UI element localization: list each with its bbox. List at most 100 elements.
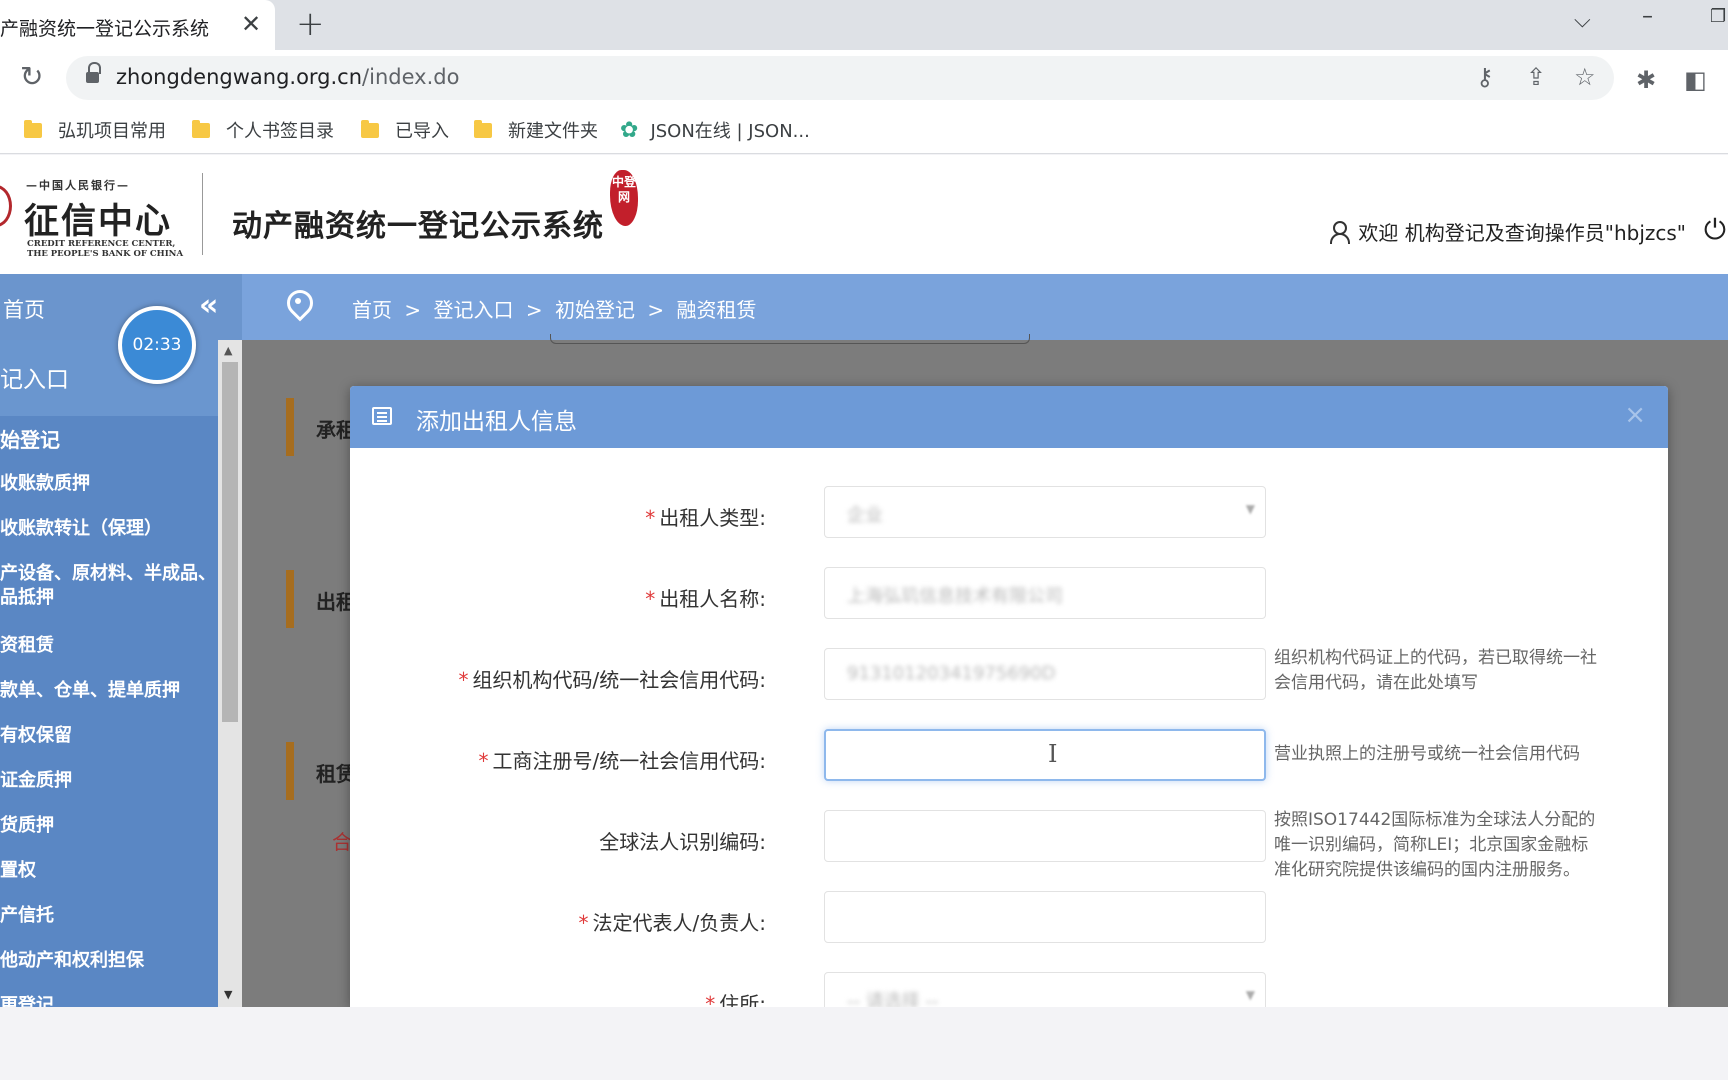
url-text[interactable]: zhongdengwang.org.cn/index.do	[116, 65, 459, 89]
session-timer-badge: 02:33	[118, 306, 196, 384]
side-menu-item[interactable]: 收账款转让（保理）	[0, 517, 218, 541]
chevron-down-icon: ▼	[1245, 502, 1255, 516]
address-select[interactable]: -- 请选择 -- ▼	[824, 972, 1266, 1007]
dialog-close-icon[interactable]: ×	[1624, 400, 1646, 430]
bookmark-folder[interactable]: 新建文件夹	[474, 116, 598, 144]
text-cursor-icon: I	[1048, 740, 1058, 768]
collapse-menu-icon[interactable]: «	[199, 288, 218, 323]
field-label: * 出租人名称:	[645, 583, 766, 612]
breadcrumb-entry[interactable]: 登记入口	[433, 298, 513, 322]
bookmark-json[interactable]: ✿ JSON在线 | JSON...	[620, 116, 810, 144]
lei-input[interactable]	[824, 810, 1266, 862]
breadcrumb-current: 融资租赁	[676, 298, 757, 322]
user-icon	[1330, 220, 1351, 244]
bookmark-star-icon[interactable]: ☆	[1574, 63, 1596, 91]
bookmark-label: 个人书签目录	[226, 121, 334, 142]
restore-icon[interactable]: ❐	[1710, 6, 1726, 27]
tab-close-icon[interactable]: ✕	[241, 10, 261, 38]
breadcrumb-separator: >	[404, 298, 422, 322]
dialog-title: 添加出租人信息	[416, 409, 577, 435]
business-reg-input[interactable]: I	[824, 729, 1266, 781]
key-icon[interactable]: ⚷	[1476, 63, 1494, 91]
minimize-icon[interactable]: –	[1642, 4, 1653, 29]
side-menu-item[interactable]: 置权	[0, 859, 218, 883]
field-label-text: 出租人名称:	[659, 587, 766, 611]
side-menu-scrollbar[interactable]: ▲ ▼	[218, 340, 242, 1007]
required-mark: *	[645, 506, 656, 530]
new-tab-button[interactable]: +	[296, 6, 325, 42]
scroll-thumb[interactable]	[222, 362, 238, 722]
address-bar[interactable]: zhongdengwang.org.cn/index.do ⚷ ⇪ ☆	[66, 56, 1614, 100]
add-lessor-dialog: 添加出租人信息 × * 出租人类型: 企业 ▼ * 出租人名称: 上海弘玑信息技术有…	[350, 386, 1668, 1007]
side-menu-item[interactable]: 他动产和权利担保	[0, 949, 218, 973]
background-tab-underline	[550, 334, 1030, 344]
folder-icon	[474, 119, 492, 138]
logo-top-text: —中国人民银行—	[26, 179, 130, 192]
folder-icon	[192, 119, 210, 138]
field-hint: 按照ISO17442国际标准为全球法人分配的唯一识别编码，简称LEI；北京国家金…	[1274, 810, 1596, 880]
bookmark-label: 弘玑项目常用	[58, 121, 166, 142]
scroll-up-arrow-icon[interactable]: ▲	[224, 344, 232, 357]
side-menu-item[interactable]: 有权保留	[0, 724, 218, 748]
logout-power-icon[interactable]: ⏻	[1704, 213, 1726, 247]
side-menu-item[interactable]: 产设备、原材料、半成品、品抵押	[0, 562, 218, 610]
side-menu-item[interactable]: 款单、仓单、提单质押	[0, 679, 218, 703]
required-mark: *	[645, 587, 656, 611]
lessor-name-input[interactable]: 上海弘玑信息技术有限公司	[824, 567, 1266, 619]
field-value: 企业	[847, 505, 883, 526]
bookmark-folder[interactable]: 已导入	[361, 116, 449, 144]
section-marker	[286, 742, 294, 800]
breadcrumb-home[interactable]: 首页	[352, 298, 392, 322]
field-label-text: 出租人类型:	[659, 506, 766, 530]
folder-icon	[24, 119, 42, 138]
breadcrumb: 首页 > 登记入口 > 初始登记 > 融资租赁	[352, 294, 762, 323]
url-path: /index.do	[362, 65, 460, 89]
bookmark-folder[interactable]: 个人书签目录	[192, 116, 334, 144]
pboc-seal-icon	[0, 185, 12, 227]
side-home-label: 首页	[3, 298, 45, 322]
bookmark-label: 新建文件夹	[508, 121, 598, 142]
required-mark: *	[578, 911, 589, 935]
side-menu-item[interactable]: 收账款质押	[0, 472, 218, 496]
side-menu-item[interactable]: 产信托	[0, 904, 218, 928]
folder-icon	[361, 119, 379, 138]
chevron-down-icon: ▼	[1245, 988, 1255, 1002]
reload-icon[interactable]: ↻	[20, 60, 43, 93]
lock-icon[interactable]	[86, 62, 101, 84]
extensions-icon[interactable]: ✱	[1636, 66, 1656, 94]
form-row-address: * 住所: -- 请选择 -- ▼	[350, 972, 1668, 1007]
org-code-input[interactable]: 91310120341975690D	[824, 648, 1266, 700]
side-menu-item[interactable]: 资租赁	[0, 634, 218, 658]
side-panel-icon[interactable]: ◧	[1684, 66, 1707, 94]
form-icon	[372, 407, 392, 425]
form-row-lessor-name: * 出租人名称: 上海弘玑信息技术有限公司	[350, 567, 1668, 627]
section-marker	[286, 570, 294, 628]
tab-search-icon[interactable]: ⌵	[1574, 8, 1591, 33]
side-menu-item[interactable]: 更登记	[0, 994, 218, 1007]
dialog-header: 添加出租人信息 ×	[350, 386, 1668, 448]
breadcrumb-initial[interactable]: 初始登记	[555, 298, 635, 322]
background-contract-text: 合	[332, 830, 352, 854]
field-label-text: 工商注册号/统一社会信用代码:	[492, 749, 766, 773]
welcome-text: 欢迎 机构登记及查询操作员"hbjzcs"	[1358, 221, 1686, 245]
legal-rep-input[interactable]	[824, 891, 1266, 943]
field-value: -- 请选择 --	[847, 991, 939, 1007]
required-mark: *	[705, 992, 716, 1007]
side-menu-item[interactable]: 证金质押	[0, 769, 218, 793]
bookmark-label: 已导入	[395, 121, 449, 142]
required-mark: *	[458, 668, 469, 692]
logo-main-text: 征信中心	[24, 201, 173, 242]
site-header: —中国人民银行— 征信中心 CREDIT REFERENCE CENTER, T…	[0, 155, 1728, 274]
share-icon[interactable]: ⇪	[1526, 63, 1546, 91]
bookmark-folder[interactable]: 弘玑项目常用	[24, 116, 166, 144]
side-menu-item[interactable]: 货质押	[0, 814, 218, 838]
red-stamp-logo: 中登网	[610, 170, 638, 226]
scroll-down-arrow-icon[interactable]: ▼	[224, 988, 232, 1001]
lessor-type-select[interactable]: 企业 ▼	[824, 486, 1266, 538]
bookmarks-bar: 弘玑项目常用 个人书签目录 已导入 新建文件夹 ✿ JSON在线 | JSON.…	[0, 106, 1728, 154]
browser-tab[interactable]: 产融资统一登记公示系统 ✕	[0, 0, 275, 50]
side-menu-item[interactable]: 始登记	[0, 428, 218, 452]
field-label-text: 住所:	[719, 992, 766, 1007]
breadcrumb-bar: 首页 > 登记入口 > 初始登记 > 融资租赁	[242, 274, 1728, 340]
browser-tab-strip: 产融资统一登记公示系统 ✕ + ⌵ – ❐	[0, 0, 1728, 50]
